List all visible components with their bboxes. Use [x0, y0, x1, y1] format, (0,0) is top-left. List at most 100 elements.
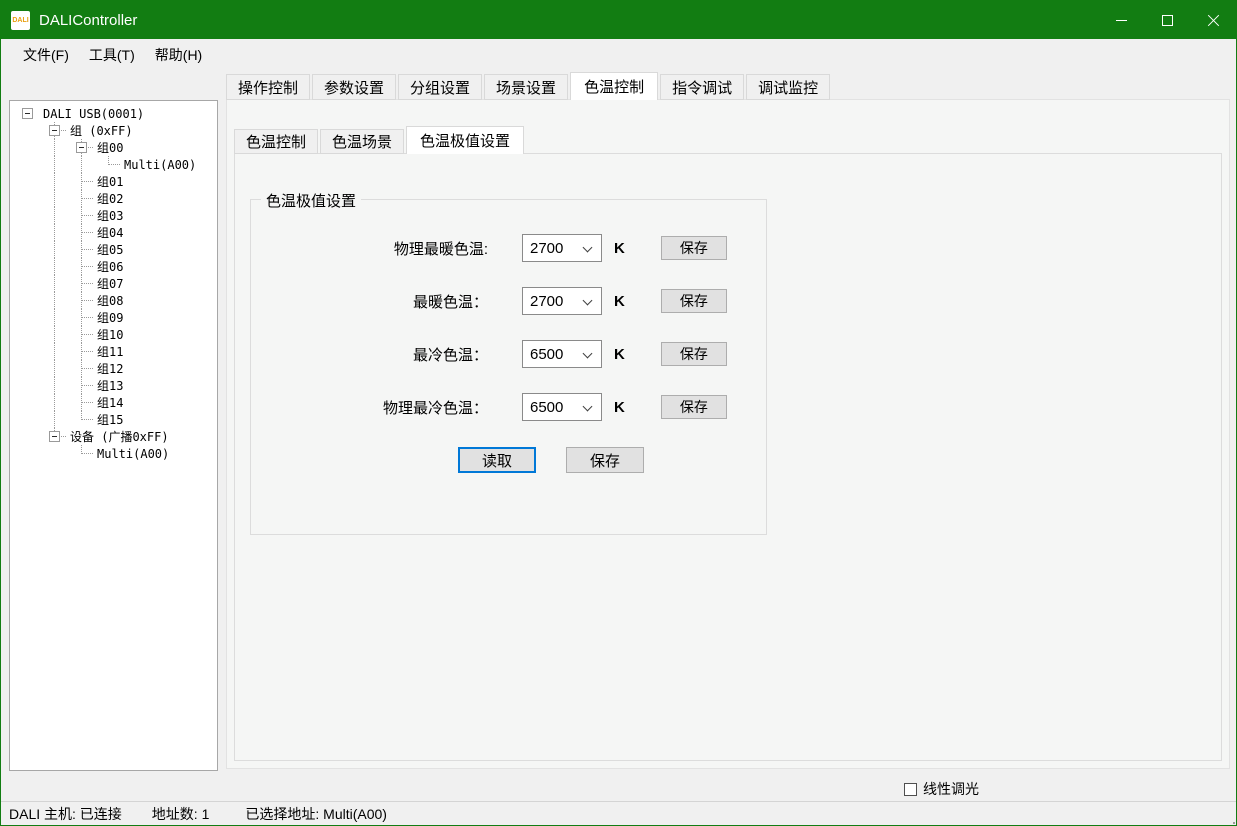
tree-item[interactable]: 组11 — [14, 343, 217, 360]
tab-command-debug[interactable]: 指令调试 — [660, 74, 744, 100]
chevron-down-icon[interactable] — [583, 402, 593, 412]
physical-coolest-select[interactable]: 6500 — [522, 393, 602, 421]
tree-item-label: 组15 — [97, 411, 123, 428]
physical-coolest-value: 6500 — [523, 399, 563, 416]
tab-operation-control[interactable]: 操作控制 — [226, 74, 310, 100]
action-row: 读取 保存 — [251, 447, 766, 473]
tab-color-temp-control[interactable]: 色温控制 — [570, 72, 658, 100]
maximize-icon — [1162, 15, 1173, 26]
form-row-physical-warmest: 物理最暖色温: 2700 K 保存 — [251, 234, 766, 262]
tree-item[interactable]: 组08 — [14, 292, 217, 309]
warmest-value: 2700 — [523, 293, 563, 310]
tree-item-label: 组11 — [97, 343, 123, 360]
tree-item[interactable]: 组12 — [14, 360, 217, 377]
subtab-ct-scene[interactable]: 色温场景 — [320, 129, 404, 154]
physical-warmest-save-button[interactable]: 保存 — [661, 236, 727, 260]
physical-warmest-select[interactable]: 2700 — [522, 234, 602, 262]
close-button[interactable] — [1190, 1, 1236, 39]
tree-item[interactable]: 组02 — [14, 190, 217, 207]
linear-dimming-checkbox[interactable] — [904, 783, 917, 796]
coolest-save-button[interactable]: 保存 — [661, 342, 727, 366]
groupbox-title: 色温极值设置 — [261, 190, 361, 211]
coolest-label: 最冷色温： — [251, 344, 488, 365]
menu-item-file[interactable]: 文件(F) — [13, 41, 79, 69]
tab-parameter-settings[interactable]: 参数设置 — [312, 74, 396, 100]
tree-item[interactable]: 组14 — [14, 394, 217, 411]
tree-item-label: 组10 — [97, 326, 123, 343]
chevron-down-icon[interactable] — [583, 296, 593, 306]
resize-grip-icon[interactable] — [1229, 818, 1231, 820]
tree-item[interactable]: Multi(A00) — [14, 445, 217, 462]
statusbar: DALI 主机: 已连接 地址数: 1 已选择地址: Multi(A00) — [1, 801, 1236, 825]
tree-item[interactable]: 组13 — [14, 377, 217, 394]
unit-label: K — [614, 346, 625, 363]
sub-tabstrip: 色温控制色温场景色温极值设置 — [234, 126, 526, 154]
coolest-select[interactable]: 6500 — [522, 340, 602, 368]
tree-item[interactable]: 组10 — [14, 326, 217, 343]
tree-item-label: 组01 — [97, 173, 123, 190]
tree-item[interactable]: 组04 — [14, 224, 217, 241]
tree-item[interactable]: DALI USB(0001) — [14, 105, 217, 122]
unit-label: K — [614, 240, 625, 257]
subtab-ct-control[interactable]: 色温控制 — [234, 129, 318, 154]
tree-item[interactable]: 组01 — [14, 173, 217, 190]
tree-item[interactable]: 组09 — [14, 309, 217, 326]
tree-item-label: 组00 — [97, 139, 123, 156]
tree-item[interactable]: 组 (0xFF) — [14, 122, 217, 139]
app-window: DALI DALIController 文件(F)工具(T)帮助(H) DALI… — [0, 0, 1237, 826]
tree-item[interactable]: 组06 — [14, 258, 217, 275]
form-rows: 物理最暖色温:2700K保存最暖色温：2700K保存最冷色温：6500K保存物理… — [251, 200, 766, 421]
tree-expand-icon[interactable] — [49, 125, 60, 136]
save-all-button[interactable]: 保存 — [566, 447, 644, 473]
unit-label: K — [614, 293, 625, 310]
status-selected-address: 已选择地址: Multi(A00) — [245, 804, 387, 824]
tree-item[interactable]: 组07 — [14, 275, 217, 292]
linear-dimming-option: 线性调光 — [904, 779, 979, 799]
warmest-save-button[interactable]: 保存 — [661, 289, 727, 313]
physical-warmest-value: 2700 — [523, 240, 563, 257]
chevron-down-icon[interactable] — [583, 349, 593, 359]
close-icon — [1207, 14, 1220, 27]
physical-warmest-label: 物理最暖色温: — [251, 238, 488, 259]
tree-expand-icon[interactable] — [22, 108, 33, 119]
menu-item-tools[interactable]: 工具(T) — [79, 41, 145, 69]
form-row-warmest: 最暖色温：2700K保存 — [251, 287, 766, 315]
menubar: 文件(F)工具(T)帮助(H) — [1, 39, 1236, 70]
tree-item-label: 组04 — [97, 224, 123, 241]
tree-item[interactable]: 组03 — [14, 207, 217, 224]
read-button[interactable]: 读取 — [458, 447, 536, 473]
menu-item-help[interactable]: 帮助(H) — [145, 41, 212, 69]
physical-coolest-save-button[interactable]: 保存 — [661, 395, 727, 419]
tree-item[interactable]: Multi(A00) — [14, 156, 217, 173]
form-row-physical-coolest: 物理最冷色温：6500K保存 — [251, 393, 766, 421]
coolest-value: 6500 — [523, 346, 563, 363]
chevron-down-icon[interactable] — [583, 243, 593, 253]
tree-item-label: 组14 — [97, 394, 123, 411]
physical-coolest-label: 物理最冷色温： — [251, 397, 488, 418]
tree-item-label: Multi(A00) — [97, 447, 169, 461]
app-icon: DALI — [11, 11, 30, 30]
tree-item[interactable]: 组15 — [14, 411, 217, 428]
tree-item[interactable]: 设备 (广播0xFF) — [14, 428, 217, 445]
tree-expand-icon[interactable] — [76, 142, 87, 153]
tree-item-label: 组 (0xFF) — [70, 122, 133, 139]
tab-debug-monitor[interactable]: 调试监控 — [746, 74, 830, 100]
subtab-ct-limits[interactable]: 色温极值设置 — [406, 126, 524, 154]
tree-item[interactable]: 组00 — [14, 139, 217, 156]
tree-item-label: Multi(A00) — [124, 158, 196, 172]
tree-expand-icon[interactable] — [49, 431, 60, 442]
minimize-icon — [1116, 20, 1127, 21]
tab-grouping-settings[interactable]: 分组设置 — [398, 74, 482, 100]
tree-item-label: 组12 — [97, 360, 123, 377]
tab-scene-settings[interactable]: 场景设置 — [484, 74, 568, 100]
status-address-count: 地址数: 1 — [152, 804, 210, 824]
ct-limits-groupbox: 色温极值设置 物理最暖色温:2700K保存最暖色温：2700K保存最冷色温：65… — [250, 199, 767, 535]
tree-item-label: 组08 — [97, 292, 123, 309]
maximize-button[interactable] — [1144, 1, 1190, 39]
tree-item-label: 组06 — [97, 258, 123, 275]
linear-dimming-label: 线性调光 — [923, 779, 979, 799]
tree-item[interactable]: 组05 — [14, 241, 217, 258]
tree-item-label: 组09 — [97, 309, 123, 326]
minimize-button[interactable] — [1098, 1, 1144, 39]
warmest-select[interactable]: 2700 — [522, 287, 602, 315]
